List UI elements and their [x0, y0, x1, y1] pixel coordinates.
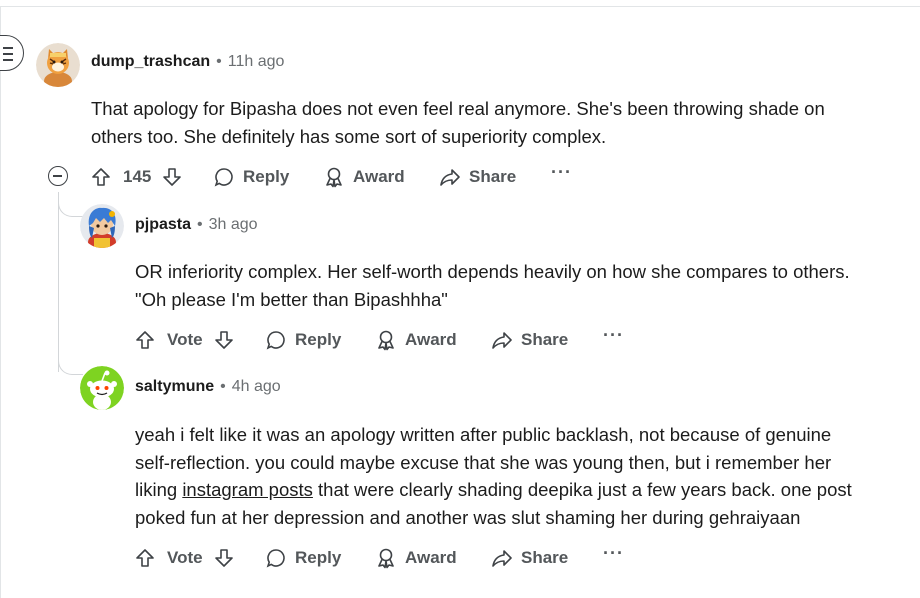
upvote-icon: [136, 549, 154, 567]
share-label: Share: [521, 330, 569, 349]
share-icon: [492, 332, 512, 349]
reply-button[interactable]: Reply: [265, 545, 341, 571]
upvote-icon: [92, 168, 110, 186]
share-button[interactable]: Share: [439, 164, 516, 190]
comment-meta: pjpasta • 3h ago: [135, 216, 258, 234]
vote-count: 145: [123, 167, 152, 186]
snoo-avatar-icon[interactable]: [80, 366, 124, 410]
timestamp[interactable]: 4h ago: [232, 378, 281, 396]
award-label: Award: [405, 548, 457, 567]
frame-left-border: [0, 6, 1, 598]
award-label: Award: [353, 167, 405, 186]
username[interactable]: pjpasta: [135, 216, 191, 234]
tiger-avatar-icon[interactable]: [36, 43, 80, 87]
downvote-icon: [163, 168, 181, 186]
comment-bubble-icon: [266, 331, 285, 350]
comment-body-line: OR inferiority complex. Her self-worth d…: [135, 261, 850, 282]
award-icon: [378, 330, 394, 351]
comment-bubble-icon: [214, 168, 233, 187]
comment-body-line: "Oh please I'm better than Bipashhha": [135, 288, 448, 310]
share-label: Share: [521, 548, 569, 567]
share-label: Share: [469, 167, 517, 186]
thread-line-root: [58, 192, 59, 372]
reply-label: Reply: [295, 548, 342, 567]
username[interactable]: dump_trashcan: [91, 53, 210, 71]
thread-elbow-reply-2: [58, 350, 83, 375]
reply-button[interactable]: Reply: [265, 327, 341, 353]
instagram-posts-link[interactable]: instagram posts: [182, 479, 313, 500]
more-options-icon[interactable]: ···: [603, 543, 624, 564]
vote-label: Vote: [167, 548, 203, 567]
more-options-icon[interactable]: ···: [603, 325, 624, 346]
frame-top-border: [0, 6, 920, 7]
downvote-button[interactable]: [214, 545, 234, 571]
comment-body-line: others too. She definitely has some sort…: [91, 125, 607, 147]
comment-meta: saltymune • 4h ago: [135, 378, 281, 396]
sidebar-menu-icon[interactable]: [0, 35, 24, 71]
timestamp[interactable]: 3h ago: [209, 216, 258, 234]
comment-body-line: liking instagram posts that were clearly…: [135, 476, 915, 504]
comment-action-bar: Vote Reply Award Share ···: [135, 543, 635, 571]
upvote-button[interactable]: [135, 545, 155, 571]
comment-body-line: poked fun at her depression and another …: [135, 506, 801, 528]
share-icon: [440, 169, 460, 186]
award-icon: [326, 167, 342, 188]
comment-meta: dump_trashcan • 11h ago: [91, 53, 284, 71]
meta-separator: •: [220, 378, 226, 395]
comment-text-fragment: that were clearly shading deepika just a…: [312, 479, 852, 500]
award-button[interactable]: Award: [375, 327, 457, 353]
comment-bubble-icon: [266, 549, 285, 568]
reply-label: Reply: [295, 330, 342, 349]
comment-body-line: yeah i felt like it was an apology writt…: [135, 424, 832, 445]
upvote-button[interactable]: [135, 327, 155, 353]
downvote-icon: [215, 331, 233, 349]
share-button[interactable]: Share: [491, 327, 568, 353]
downvote-icon: [215, 549, 233, 567]
comment-body-line: That apology for Bipasha does not even f…: [91, 98, 825, 119]
comment-body-line: self-reflection. you could maybe excuse …: [135, 451, 832, 473]
share-button[interactable]: Share: [491, 545, 568, 571]
award-button[interactable]: Award: [375, 545, 457, 571]
timestamp[interactable]: 11h ago: [228, 53, 285, 71]
downvote-button[interactable]: [162, 164, 182, 190]
more-options-icon[interactable]: ···: [551, 162, 572, 183]
comment-text-fragment: liking: [135, 479, 183, 500]
username[interactable]: saltymune: [135, 378, 214, 396]
comment-action-bar: Vote Reply Award Share ···: [135, 325, 635, 353]
award-button[interactable]: Award: [323, 164, 405, 190]
collapse-thread-button[interactable]: [48, 166, 68, 186]
thread-elbow-reply-1: [58, 192, 83, 217]
meta-separator: •: [197, 216, 203, 233]
comment-action-bar: 145 Reply Award Share ···: [91, 162, 591, 190]
downvote-button[interactable]: [214, 327, 234, 353]
upvote-icon: [136, 331, 154, 349]
comment-body: That apology for Bipasha does not even f…: [91, 95, 911, 150]
reply-label: Reply: [243, 167, 290, 186]
meta-separator: •: [216, 53, 222, 70]
award-label: Award: [405, 330, 457, 349]
comment-body: yeah i felt like it was an apology writt…: [135, 421, 915, 531]
comment-body: OR inferiority complex. Her self-worth d…: [135, 258, 915, 313]
vote-label: Vote: [167, 330, 203, 349]
reply-button[interactable]: Reply: [213, 164, 289, 190]
award-icon: [378, 548, 394, 569]
upvote-button[interactable]: [91, 164, 111, 190]
share-icon: [492, 550, 512, 567]
blue-haired-avatar-icon[interactable]: [80, 204, 124, 248]
